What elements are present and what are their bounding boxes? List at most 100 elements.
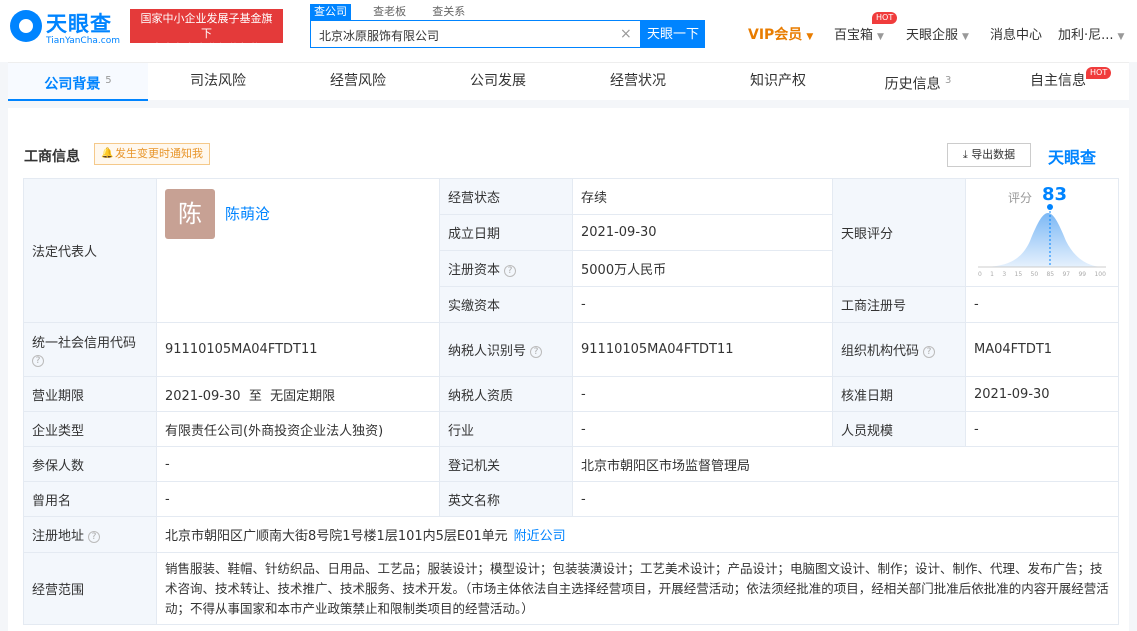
tab-operating-risk[interactable]: 经营风险 [288, 63, 428, 101]
legal-rep-label: 法定代表人 [23, 178, 157, 323]
badge-line1: 国家中小企业发展子基金旗下 [140, 12, 273, 40]
hot-badge: HOT [1086, 67, 1112, 79]
capital-value: 5000万人民币 [572, 250, 833, 287]
vip-label: VIP会员 [748, 27, 803, 43]
paid-capital-value: - [572, 286, 833, 323]
founded-value: 2021-09-30 [572, 214, 833, 251]
taxid-label: 纳税人识别号 [448, 344, 527, 359]
logo-text: 天眼查 [46, 12, 112, 36]
score-marker-dot [1047, 203, 1053, 210]
section-title: 工商信息 [24, 149, 80, 165]
clear-icon[interactable]: × [620, 26, 632, 42]
message-center-link[interactable]: 消息中心 [990, 24, 1042, 43]
export-data-button[interactable]: ⤓ 导出数据 [947, 143, 1031, 167]
enterprise-label: 天眼企服 [906, 28, 959, 43]
vip-member-link[interactable]: VIP会员 ▼ [748, 24, 813, 44]
company-tabs: 公司背景 5 司法风险 经营风险 公司发展 经营状况 知识产权 历史信息 3 自… [8, 62, 1129, 101]
badge-line2: 官方备案企业征信机构 [151, 42, 262, 55]
score-widget[interactable]: 评分 83 0 1 3 15 50 85 97 99 100 [966, 181, 1118, 285]
tab-label: 经营状况 [610, 73, 666, 89]
score-cell: 评分 83 0 1 3 15 50 85 97 99 100 [965, 178, 1119, 287]
tab-company-background[interactable]: 公司背景 5 [8, 63, 148, 101]
help-icon[interactable]: ? [88, 530, 101, 543]
tab-label: 公司发展 [470, 73, 526, 89]
tab-label: 知识产权 [750, 73, 806, 89]
tab-count: 3 [945, 75, 952, 86]
score-distribution-chart [978, 203, 1106, 267]
tick-label: 100 [1094, 270, 1106, 278]
english-name-label: 英文名称 [439, 481, 573, 517]
notify-change-button[interactable]: 🔔 发生变更时通知我 [94, 143, 210, 165]
rating-label: 天眼评分 [832, 178, 966, 287]
tax-qualification-label: 纳税人资质 [439, 376, 573, 412]
search-input[interactable]: 北京冰原服饰有限公司 [310, 20, 641, 48]
business-info-panel: 工商信息 🔔 发生变更时通知我 ⤓ 导出数据 天眼查 法定代表人 陈陈萌沧 经营状… [8, 108, 1129, 631]
tab-operating-status[interactable]: 经营状况 [568, 63, 708, 101]
taxid-label-cell: 纳税人识别号? [439, 322, 573, 377]
chevron-down-icon: ▼ [877, 32, 884, 42]
search-tab-company[interactable]: 查公司 [310, 4, 351, 20]
tick-label: 1 [990, 270, 994, 278]
address-cell: 北京市朝阳区广顺南大街8号院1号楼1层101内5层E01单元 附近公司 [156, 516, 1119, 553]
help-icon[interactable]: ? [504, 264, 517, 277]
top-bar: 天眼查 TianYanCha.com 国家中小企业发展子基金旗下 官方备案企业征… [0, 0, 1137, 62]
english-name-value: - [572, 481, 1119, 517]
authority-label: 登记机关 [439, 446, 573, 482]
insured-value: - [156, 446, 440, 482]
approve-date-value: 2021-09-30 [965, 376, 1119, 412]
user-name: 加利·尼... [1058, 28, 1114, 43]
nearby-companies-link[interactable]: 附近公司 [514, 529, 566, 544]
tab-judicial-risk[interactable]: 司法风险 [148, 63, 288, 101]
search-tab-relation[interactable]: 查关系 [428, 4, 469, 20]
tax-qualification-value: - [572, 376, 833, 412]
enterprise-service-link[interactable]: 天眼企服 ▼ [906, 24, 969, 43]
download-icon: ⤓ [962, 148, 968, 161]
tab-label: 自主信息 [1030, 73, 1086, 89]
company-type-label: 企业类型 [23, 411, 157, 447]
status-label: 经营状态 [439, 178, 573, 215]
scope-value: 销售服装、鞋帽、针纺织品、日用品、工艺品；服装设计；模型设计；包装装潢设计；工艺… [156, 552, 1119, 625]
tab-label: 司法风险 [190, 73, 246, 89]
legal-rep-name-link[interactable]: 陈萌沧 [225, 203, 270, 224]
company-type-value: 有限责任公司(外商投资企业法人独资) [156, 411, 440, 447]
logo[interactable]: 天眼查 TianYanCha.com [10, 8, 122, 48]
notify-label: 发生变更时通知我 [115, 147, 203, 160]
chevron-down-icon: ▼ [806, 32, 814, 42]
tick-label: 3 [1002, 270, 1007, 278]
help-icon[interactable]: ? [32, 355, 44, 367]
logo-subtitle: TianYanCha.com [46, 36, 121, 46]
org-code-value: MA04FTDT1 [965, 322, 1119, 377]
paid-capital-label: 实缴资本 [439, 286, 573, 323]
address-label-cell: 注册地址? [23, 516, 157, 553]
tab-history[interactable]: 历史信息 3 [848, 63, 988, 101]
status-value: 存续 [572, 178, 833, 215]
bell-icon: 🔔 [101, 148, 114, 159]
address-label: 注册地址 [32, 529, 85, 544]
org-code-label: 组织机构代码 [841, 344, 920, 359]
watermark-logo: 天眼查 [1048, 148, 1097, 167]
tab-label: 经营风险 [330, 73, 386, 89]
tick-label: 97 [1062, 270, 1071, 278]
chevron-down-icon: ▼ [1117, 32, 1125, 42]
tab-development[interactable]: 公司发展 [428, 63, 568, 101]
org-code-label-cell: 组织机构代码? [832, 322, 966, 377]
tick-label: 15 [1014, 270, 1023, 278]
help-icon[interactable]: ? [530, 345, 543, 358]
former-name-label: 曾用名 [23, 481, 157, 517]
authority-value: 北京市朝阳区市场监督管理局 [572, 446, 1119, 482]
tab-count: 5 [105, 75, 112, 86]
avatar: 陈 [165, 189, 215, 239]
search-button[interactable]: 天眼一下 [641, 20, 705, 48]
term-label: 营业期限 [23, 376, 157, 412]
user-menu[interactable]: 加利·尼... ▼ [1058, 24, 1124, 43]
toolbox-link[interactable]: 百宝箱 ▼ [834, 24, 884, 43]
tab-label: 历史信息 [884, 76, 941, 93]
search-tab-boss[interactable]: 查老板 [369, 4, 410, 20]
tick-label: 0 [978, 270, 982, 278]
insured-label: 参保人数 [23, 446, 157, 482]
regno-label: 工商注册号 [832, 286, 966, 323]
official-badge: 国家中小企业发展子基金旗下 官方备案企业征信机构 [130, 9, 283, 55]
tab-ip[interactable]: 知识产权 [708, 63, 848, 101]
help-icon[interactable]: ? [923, 345, 936, 358]
tick-label: 85 [1046, 270, 1055, 278]
